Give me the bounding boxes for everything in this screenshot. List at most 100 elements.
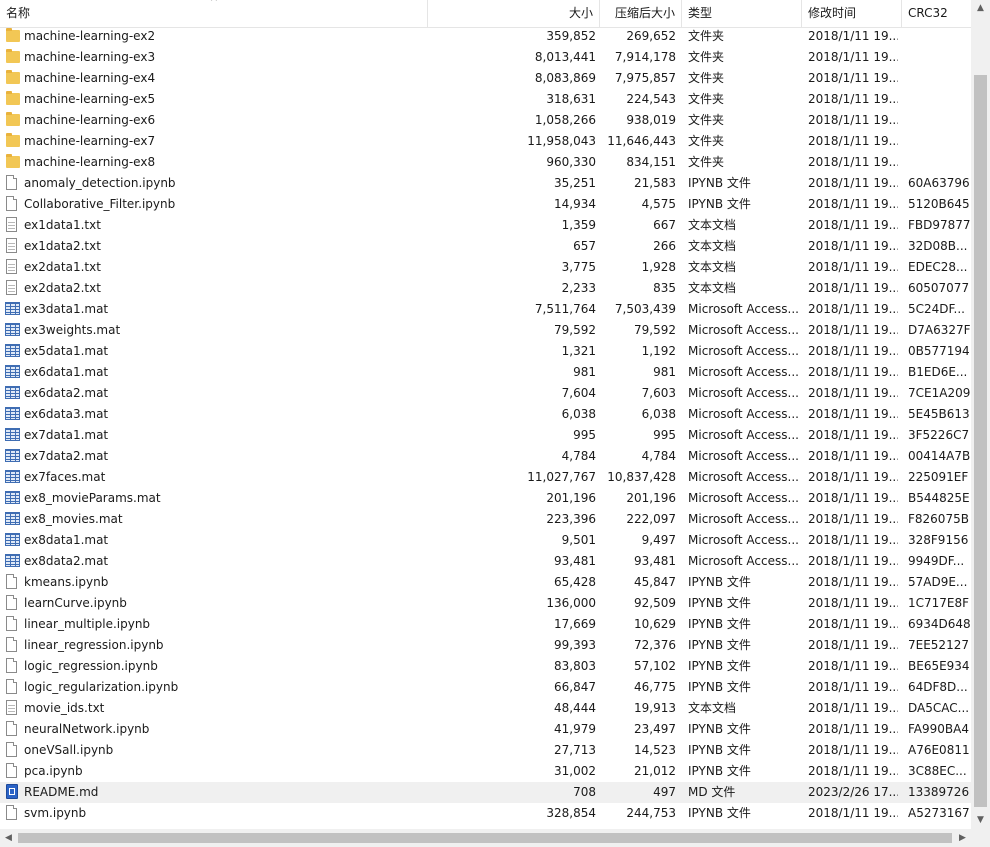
- table-row[interactable]: ex8data1.mat 9,501 9,497 Microsoft Access..…: [0, 530, 971, 551]
- column-header-size[interactable]: 大小: [428, 0, 600, 27]
- table-row[interactable]: logic_regularization.ipynb 66,847 46,775 IP…: [0, 677, 971, 698]
- table-row[interactable]: ex7faces.mat 11,027,767 10,837,428 Microsof…: [0, 467, 971, 488]
- file-name-cell[interactable]: ex8data2.mat: [4, 551, 426, 572]
- table-row[interactable]: machine-learning-ex5 318,631 224,543 文件夹 201…: [0, 89, 971, 110]
- file-name-cell[interactable]: movie_ids.txt: [4, 698, 426, 719]
- column-header-crc32[interactable]: CRC32: [902, 0, 971, 27]
- text-file-icon: [6, 259, 17, 274]
- file-name-cell[interactable]: README.md: [4, 782, 426, 803]
- file-name-cell[interactable]: kmeans.ipynb: [4, 572, 426, 593]
- table-row[interactable]: README.md 708 497 MD 文件 2023/2/26 17... 13389…: [0, 782, 971, 803]
- table-row[interactable]: machine-learning-ex7 11,958,043 11,646,443…: [0, 131, 971, 152]
- file-size: 7,604: [561, 386, 596, 400]
- table-row[interactable]: learnCurve.ipynb 136,000 92,509 IPYNB 文件 201…: [0, 593, 971, 614]
- file-name-cell[interactable]: ex7data2.mat: [4, 446, 426, 467]
- file-name-cell[interactable]: Collaborative_Filter.ipynb: [4, 194, 426, 215]
- table-row[interactable]: ex8_movieParams.mat 201,196 201,196 Microso…: [0, 488, 971, 509]
- file-name-cell[interactable]: machine-learning-ex4: [4, 68, 426, 89]
- table-row[interactable]: oneVSall.ipynb 27,713 14,523 IPYNB 文件 2018/1…: [0, 740, 971, 761]
- vertical-scrollbar[interactable]: ▲ ▼: [971, 0, 990, 829]
- file-name-cell[interactable]: machine-learning-ex7: [4, 131, 426, 152]
- table-row[interactable]: ex3weights.mat 79,592 79,592 Microsoft Acce…: [0, 320, 971, 341]
- file-name: anomaly_detection.ipynb: [24, 176, 176, 190]
- file-name-cell[interactable]: machine-learning-ex3: [4, 47, 426, 68]
- file-name-cell[interactable]: machine-learning-ex2: [4, 26, 426, 47]
- file-name-cell[interactable]: ex8data1.mat: [4, 530, 426, 551]
- scroll-left-icon[interactable]: ◀: [0, 829, 17, 847]
- file-name-cell[interactable]: anomaly_detection.ipynb: [4, 173, 426, 194]
- table-row[interactable]: pca.ipynb 31,002 21,012 IPYNB 文件 2018/1/11 1…: [0, 761, 971, 782]
- table-row[interactable]: ex2data2.txt 2,233 835 文本文档 2018/1/11 19... 6…: [0, 278, 971, 299]
- table-row[interactable]: ex2data1.txt 3,775 1,928 文本文档 2018/1/11 19..…: [0, 257, 971, 278]
- scroll-right-icon[interactable]: ▶: [954, 829, 971, 847]
- modified-time: 2023/2/26 17...: [808, 785, 898, 799]
- table-row[interactable]: ex1data2.txt 657 266 文本文档 2018/1/11 19... 32D…: [0, 236, 971, 257]
- file-name-cell[interactable]: logic_regularization.ipynb: [4, 677, 426, 698]
- table-row[interactable]: linear_regression.ipynb 99,393 72,376 IPYNB…: [0, 635, 971, 656]
- table-row[interactable]: logic_regression.ipynb 83,803 57,102 IPYNB …: [0, 656, 971, 677]
- file-name-cell[interactable]: machine-learning-ex5: [4, 89, 426, 110]
- table-row[interactable]: anomaly_detection.ipynb 35,251 21,583 IPYNB…: [0, 173, 971, 194]
- table-row[interactable]: machine-learning-ex6 1,058,266 938,019 文件夹 2…: [0, 110, 971, 131]
- column-header-modified[interactable]: 修改时间: [802, 0, 902, 27]
- file-name-cell[interactable]: ex6data1.mat: [4, 362, 426, 383]
- table-row[interactable]: ex7data2.mat 4,784 4,784 Microsoft Access..…: [0, 446, 971, 467]
- file-name-cell[interactable]: ex6data3.mat: [4, 404, 426, 425]
- table-row[interactable]: ex3data1.mat 7,511,764 7,503,439 Microsoft …: [0, 299, 971, 320]
- table-row[interactable]: ex6data1.mat 981 981 Microsoft Access... 201…: [0, 362, 971, 383]
- horizontal-scrollbar[interactable]: ◀ ▶: [0, 829, 971, 847]
- column-header-type[interactable]: 类型: [682, 0, 802, 27]
- file-name-cell[interactable]: ex1data1.txt: [4, 215, 426, 236]
- table-row[interactable]: svm.ipynb 328,854 244,753 IPYNB 文件 2018/1/11…: [0, 803, 971, 824]
- scroll-down-icon[interactable]: ▼: [971, 812, 990, 829]
- table-row[interactable]: machine-learning-ex2 359,852 269,652 文件夹 201…: [0, 26, 971, 47]
- file-name-cell[interactable]: ex2data1.txt: [4, 257, 426, 278]
- file-name-cell[interactable]: ex3weights.mat: [4, 320, 426, 341]
- table-row[interactable]: machine-learning-ex4 8,083,869 7,975,857 文件…: [0, 68, 971, 89]
- file-size: 35,251: [554, 176, 596, 190]
- file-name-cell[interactable]: linear_regression.ipynb: [4, 635, 426, 656]
- table-row[interactable]: ex6data2.mat 7,604 7,603 Microsoft Access..…: [0, 383, 971, 404]
- file-name-cell[interactable]: ex8_movies.mat: [4, 509, 426, 530]
- table-row[interactable]: neuralNetwork.ipynb 41,979 23,497 IPYNB 文件 2…: [0, 719, 971, 740]
- file-name-cell[interactable]: logic_regression.ipynb: [4, 656, 426, 677]
- file-name-cell[interactable]: ex5data1.mat: [4, 341, 426, 362]
- file-name-cell[interactable]: machine-learning-ex6: [4, 110, 426, 131]
- table-row[interactable]: ex6data3.mat 6,038 6,038 Microsoft Access..…: [0, 404, 971, 425]
- horizontal-scroll-thumb[interactable]: [18, 833, 952, 843]
- table-row[interactable]: linear_multiple.ipynb 17,669 10,629 IPYNB 文…: [0, 614, 971, 635]
- file-name-cell[interactable]: ex7data1.mat: [4, 425, 426, 446]
- modified-time: 2018/1/11 19...: [808, 617, 898, 631]
- file-name-cell[interactable]: ex3data1.mat: [4, 299, 426, 320]
- file-name-cell[interactable]: ex7faces.mat: [4, 467, 426, 488]
- table-row[interactable]: movie_ids.txt 48,444 19,913 文本文档 2018/1/11 1…: [0, 698, 971, 719]
- table-row[interactable]: kmeans.ipynb 65,428 45,847 IPYNB 文件 2018/1/1…: [0, 572, 971, 593]
- file-name-cell[interactable]: ex2data2.txt: [4, 278, 426, 299]
- column-header-packed-size[interactable]: 压缩后大小: [600, 0, 682, 27]
- vertical-scroll-thumb[interactable]: [974, 75, 987, 807]
- file-name-cell[interactable]: svm.ipynb: [4, 803, 426, 824]
- table-row[interactable]: Collaborative_Filter.ipynb 14,934 4,575 IPY…: [0, 194, 971, 215]
- scroll-up-icon[interactable]: ▲: [971, 0, 990, 17]
- packed-size: 10,629: [634, 617, 676, 631]
- modified-time: 2018/1/11 19...: [808, 218, 898, 232]
- column-header-name[interactable]: 名称 ^: [0, 0, 428, 27]
- file-name-cell[interactable]: linear_multiple.ipynb: [4, 614, 426, 635]
- packed-size: 7,975,857: [614, 71, 676, 85]
- file-name-cell[interactable]: pca.ipynb: [4, 761, 426, 782]
- table-row[interactable]: ex5data1.mat 1,321 1,192 Microsoft Access..…: [0, 341, 971, 362]
- table-row[interactable]: ex1data1.txt 1,359 667 文本文档 2018/1/11 19... F…: [0, 215, 971, 236]
- file-name-cell[interactable]: ex1data2.txt: [4, 236, 426, 257]
- table-row[interactable]: machine-learning-ex3 8,013,441 7,914,178 文件…: [0, 47, 971, 68]
- file-name-cell[interactable]: ex8_movieParams.mat: [4, 488, 426, 509]
- table-row[interactable]: ex7data1.mat 995 995 Microsoft Access... 201…: [0, 425, 971, 446]
- file-name-cell[interactable]: ex6data2.mat: [4, 383, 426, 404]
- access-table-icon: [5, 386, 20, 399]
- file-name-cell[interactable]: neuralNetwork.ipynb: [4, 719, 426, 740]
- table-row[interactable]: ex8data2.mat 93,481 93,481 Microsoft Access…: [0, 551, 971, 572]
- file-name-cell[interactable]: oneVSall.ipynb: [4, 740, 426, 761]
- file-name-cell[interactable]: machine-learning-ex8: [4, 152, 426, 173]
- file-name-cell[interactable]: learnCurve.ipynb: [4, 593, 426, 614]
- table-row[interactable]: ex8_movies.mat 223,396 222,097 Microsoft Ac…: [0, 509, 971, 530]
- table-row[interactable]: machine-learning-ex8 960,330 834,151 文件夹 201…: [0, 152, 971, 173]
